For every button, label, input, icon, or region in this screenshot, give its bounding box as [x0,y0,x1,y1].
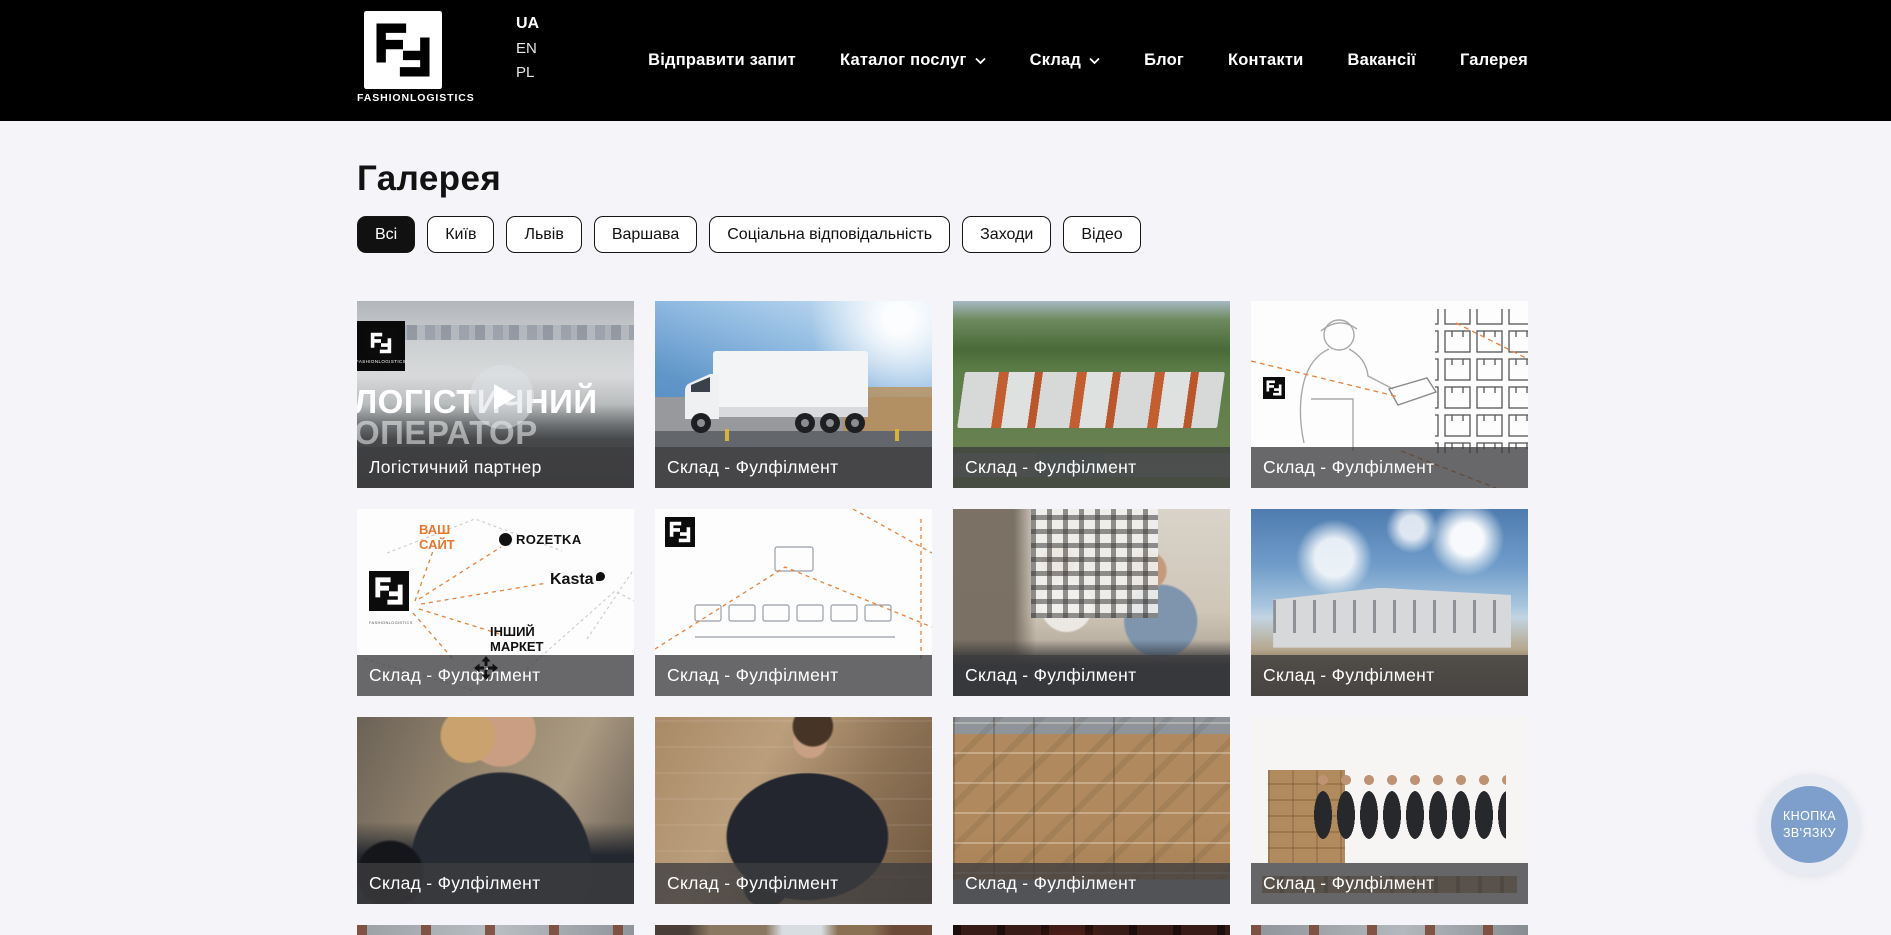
gallery-item-caption: Склад - Фулфілмент [1251,447,1528,488]
filter-kyiv[interactable]: Київ [427,216,494,253]
gallery-item[interactable] [357,925,634,935]
watermark-text: FASHIONLOGISTICS [357,359,406,364]
nav-contacts[interactable]: Контакти [1228,51,1303,70]
gallery-item[interactable]: Склад - Фулфілмент [953,717,1230,904]
gallery-item-caption: Склад - Фулфілмент [953,447,1230,488]
filter-lviv[interactable]: Львів [506,216,581,253]
gallery-item[interactable]: Склад - Фулфілмент [1251,301,1528,488]
overlay-line: ОПЕРАТОР [357,417,598,448]
gallery-item[interactable] [1251,925,1528,935]
fashionlogistics-logo-icon [364,11,442,89]
chevron-down-icon [975,57,986,65]
gallery-item[interactable]: Склад - Фулфілмент [1251,717,1528,904]
diagram-label-rozetka: ROZETKA [499,532,582,547]
play-button[interactable] [470,365,534,429]
site-header: FASHIONLOGISTICS UA EN PL Відправити зап… [0,0,1891,121]
lang-ua[interactable]: UA [516,15,539,33]
gallery-item[interactable]: FASHIONLOGISTICS ВАШ САЙТ ROZETKA Kasta … [357,509,634,696]
rozetka-text: ROZETKA [516,532,582,547]
tile-art [957,372,1225,428]
gallery-item[interactable] [953,925,1230,935]
gallery-item-caption: Склад - Фулфілмент [953,863,1230,904]
nav-label: Галерея [1460,51,1528,70]
gallery-item-caption: Склад - Фулфілмент [655,447,932,488]
gallery-item-caption: Логістичний партнер [357,447,634,488]
nav-services-catalog[interactable]: Каталог послуг [840,51,986,70]
nav-label: Блог [1144,51,1184,70]
gallery-item[interactable]: Склад - Фулфілмент [655,509,932,696]
nav-gallery[interactable]: Галерея [1460,51,1528,70]
move-cursor-icon [473,655,499,681]
logo[interactable]: FASHIONLOGISTICS [357,11,449,104]
filter-video[interactable]: Відео [1063,216,1140,253]
rozetka-logo-icon [499,533,512,546]
tile-art [1273,588,1511,648]
nav-send-request[interactable]: Відправити запит [648,51,796,70]
nav-label: Контакти [1228,51,1303,70]
contact-floating-button-label: КНОПКА ЗВ'ЯЗКУ [1771,786,1848,863]
gallery-item[interactable]: Склад - Фулфілмент [1251,509,1528,696]
gallery-item-caption: Склад - Фулфілмент [357,863,634,904]
gallery-page: Галерея Всі Київ Львів Варшава Соціальна… [357,159,1528,935]
gallery-filters: Всі Київ Львів Варшава Соціальна відпові… [357,216,1528,253]
kasta-text: Kasta [550,571,594,589]
logo-text: FASHIONLOGISTICS [357,92,449,104]
play-icon [494,384,516,410]
nav-vacancies[interactable]: Вакансії [1347,51,1416,70]
nav-label: Вакансії [1347,51,1416,70]
language-switcher: UA EN PL [516,15,539,82]
gallery-item-caption: Склад - Фулфілмент [655,863,932,904]
gallery-item[interactable]: Склад - Фулфілмент [357,717,634,904]
tile-art [1312,773,1506,870]
filter-events[interactable]: Заходи [962,216,1051,253]
nav-blog[interactable]: Блог [1144,51,1184,70]
gallery-item[interactable]: Склад - Фулфілмент [655,717,932,904]
nav-warehouse[interactable]: Склад [1030,51,1101,70]
lang-pl[interactable]: PL [516,65,539,82]
page-title: Галерея [357,159,1528,199]
gallery-item[interactable]: Склад - Фулфілмент [953,301,1230,488]
nav-label: Склад [1030,51,1082,70]
filter-warsaw[interactable]: Варшава [594,216,697,253]
chevron-down-icon [1089,57,1100,65]
gallery-item[interactable]: Склад - Фулфілмент [953,509,1230,696]
kasta-logo-icon [596,572,605,581]
diagram-label-your-site: ВАШ САЙТ [419,523,473,553]
gallery-grid: FASHIONLOGISTICS ЛОГІСТИЧНИЙ ОПЕРАТОР Ло… [357,301,1528,935]
nav-label: Відправити запит [648,51,796,70]
contact-floating-button[interactable]: КНОПКА ЗВ'ЯЗКУ [1759,774,1860,875]
fashionlogistics-logo-icon [366,328,396,358]
gallery-item-caption: Склад - Фулфілмент [655,655,932,696]
diagram-label-other-market: ІНШИЙ МАРКЕТ [490,625,552,655]
gallery-item-caption: Склад - Фулфілмент [1251,863,1528,904]
lang-en[interactable]: EN [516,41,539,58]
nav-label: Каталог послуг [840,51,967,70]
fashionlogistics-watermark: FASHIONLOGISTICS [369,571,411,629]
filter-social-responsibility[interactable]: Соціальна відповідальність [709,216,950,253]
watermark-text: FASHIONLOGISTICS [369,620,413,625]
fashionlogistics-watermark: FASHIONLOGISTICS [357,321,405,371]
gallery-item-caption: Склад - Фулфілмент [953,655,1230,696]
fashionlogistics-logo-icon [369,571,409,611]
gallery-item-caption: Склад - Фулфілмент [1251,655,1528,696]
main-nav: Відправити запит Каталог послуг Склад Бл… [648,0,1528,121]
gallery-item-video[interactable]: FASHIONLOGISTICS ЛОГІСТИЧНИЙ ОПЕРАТОР Ло… [357,301,634,488]
gallery-item[interactable]: Склад - Фулфілмент [655,301,932,488]
filter-all[interactable]: Всі [357,216,415,253]
diagram-label-kasta: Kasta [550,571,605,589]
gallery-item[interactable] [655,925,932,935]
